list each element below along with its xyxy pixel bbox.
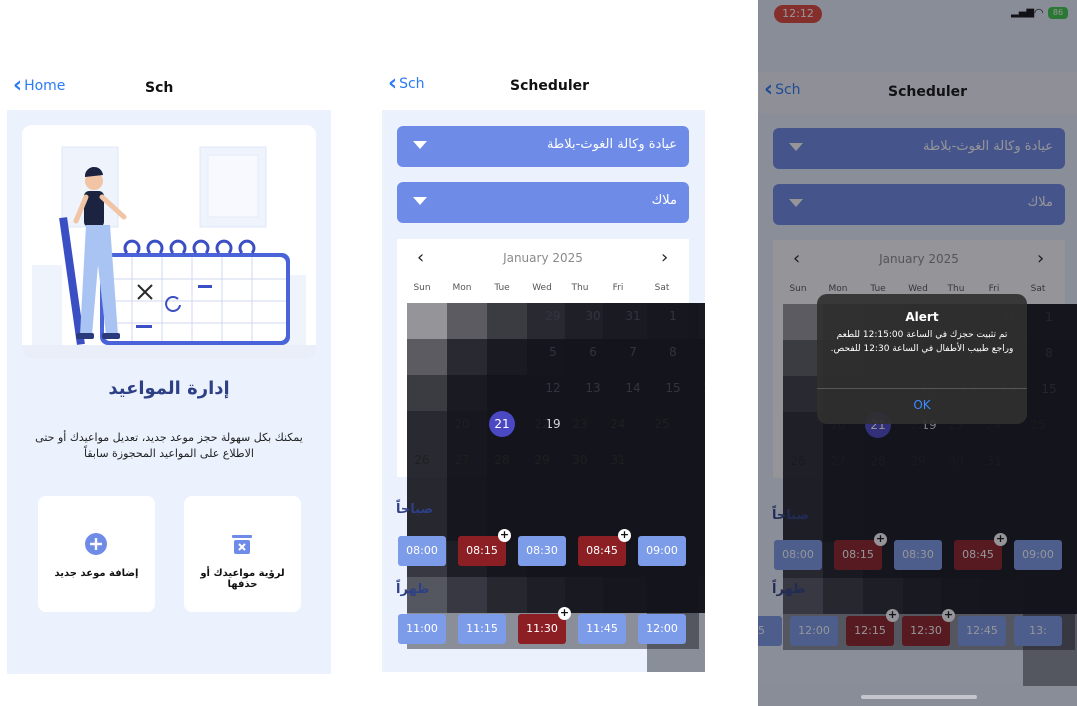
calendar-day[interactable]: 24 xyxy=(603,411,633,437)
time-slot-label: 11:30 xyxy=(526,622,558,635)
time-slot-booked[interactable]: 08:45 + xyxy=(578,529,631,566)
triangle-down-icon xyxy=(413,197,427,205)
chevron-left-icon: ‹ xyxy=(388,71,398,96)
clinic-dropdown-value: عيادة وكالة الغوث-بلاطة xyxy=(546,137,677,152)
content-area: عيادة وكالة الغوث-بلاطة ملاك ‹ January 2… xyxy=(382,110,705,672)
morning-label: صباحاً xyxy=(396,502,434,517)
time-slot-label: 08:15 xyxy=(466,544,498,557)
time-slot[interactable]: 08:30 xyxy=(518,536,566,566)
clinic-dropdown[interactable]: عيادة وكالة الغوث-بلاطة xyxy=(397,126,689,167)
time-slot[interactable]: 11:45 xyxy=(578,614,626,644)
time-slot[interactable]: 09:00 xyxy=(638,536,686,566)
calendar-header: ‹ January 2025 › xyxy=(397,247,689,271)
triangle-down-icon xyxy=(413,141,427,149)
alert-dialog: Alert تم تثبيت حجزك في الساعة 12:15:00 ل… xyxy=(817,294,1027,424)
weekday-label: Wed xyxy=(532,283,552,293)
calendar-day[interactable]: 20 xyxy=(447,411,477,437)
weekday-label: Tue xyxy=(494,283,510,293)
weekday-label: Sat xyxy=(654,283,670,293)
add-appointment-label: إضافة موعد جديد xyxy=(54,568,139,579)
scheduler-screen: ‹ Sch Scheduler عيادة وكالة الغوث-بلاطة … xyxy=(382,66,705,672)
calendar-day[interactable]: 30 xyxy=(565,447,595,473)
scheduler-alert-screen: 12:12 ▂▄▆ ◠ 86 ‹ Sch Scheduler عيادة وكا… xyxy=(758,0,1077,706)
time-slot-label: 12:00 xyxy=(646,622,678,635)
back-button[interactable]: ‹ Sch xyxy=(388,71,425,96)
alert-ok-button[interactable]: OK xyxy=(817,398,1027,412)
calendar: ‹ January 2025 › Sun Mon Tue Wed Thu Fri Sat 29… xyxy=(397,239,705,672)
alert-title: Alert xyxy=(905,310,939,324)
alert-message: تم تثبيت حجزك في الساعة 12:15:00 للطعم و… xyxy=(830,330,1014,354)
time-slot-label: 11:45 xyxy=(586,622,618,635)
time-slot-label: 08:45 xyxy=(586,544,618,557)
add-appointment-card[interactable]: إضافة موعد جديد xyxy=(38,496,155,612)
calendar-illustration xyxy=(22,125,316,359)
calendar-day-selected[interactable]: 21 xyxy=(487,411,517,437)
time-slot[interactable]: 11:15 xyxy=(458,614,506,644)
time-slot[interactable]: 08:00 xyxy=(398,536,446,566)
view-appointments-card[interactable]: لرؤية مواعيدك أو حذفها xyxy=(184,496,301,612)
time-slot-booked[interactable]: 08:15 + xyxy=(458,529,511,566)
time-slot[interactable]: 11:00 xyxy=(398,614,446,644)
calendar-day[interactable]: 22 xyxy=(527,411,557,437)
nav-bar: ‹ Sch Scheduler xyxy=(382,66,705,108)
view-appointments-label: لرؤية مواعيدك أو حذفها xyxy=(200,568,285,590)
plus-badge-icon: + xyxy=(558,606,571,620)
chevron-left-icon: ‹ xyxy=(13,73,23,98)
calendar-day[interactable]: 25 xyxy=(647,411,677,437)
trash-icon xyxy=(232,535,252,554)
content-area: إدارة المواعيد يمكنك بكل سهولة حجز موعد … xyxy=(7,110,331,674)
calendar-day[interactable]: 28 xyxy=(487,447,517,473)
patient-dropdown-value: ملاك xyxy=(651,193,677,208)
patient-dropdown[interactable]: ملاك xyxy=(397,182,689,223)
back-label: Sch xyxy=(399,76,425,92)
noon-label: ظهراً xyxy=(396,582,430,597)
weekday-label: Sun xyxy=(413,283,431,293)
calendar-day[interactable]: 31 xyxy=(603,447,633,473)
weekday-label: Thu xyxy=(571,283,589,293)
heading: إدارة المواعيد xyxy=(108,378,230,399)
nav-bar: ‹ Home Sch xyxy=(7,68,331,110)
home-indicator xyxy=(861,695,977,699)
alert-divider xyxy=(817,388,1027,389)
time-slot-label: 11:00 xyxy=(406,622,438,635)
time-slot-label: 08:30 xyxy=(526,544,558,557)
description: يمكنك بكل سهولة حجز موعد جديد، تعديل موا… xyxy=(35,431,303,460)
back-label: Home xyxy=(24,78,66,94)
weekday-label: Fri xyxy=(612,283,624,293)
back-button[interactable]: ‹ Home xyxy=(13,73,66,98)
plus-circle-icon xyxy=(85,533,107,555)
plus-badge-icon: + xyxy=(498,528,511,542)
calendar-day[interactable]: 29 xyxy=(527,447,557,473)
home-management-screen: ‹ Home Sch إدارة المواعيد يمكنك بكل سهول… xyxy=(7,68,331,674)
page-title: Sch xyxy=(145,80,174,96)
time-slot-label: 09:00 xyxy=(646,544,678,557)
time-slot-booked[interactable]: 11:30 + xyxy=(518,607,571,644)
plus-badge-icon: + xyxy=(618,528,631,542)
weekday-label: Mon xyxy=(452,283,472,293)
time-slot-label: 11:15 xyxy=(466,622,498,635)
calendar-day[interactable]: 23 xyxy=(565,411,595,437)
page-title: Scheduler xyxy=(510,78,590,94)
calendar-day[interactable]: 26 xyxy=(407,447,437,473)
calendar-day[interactable]: 27 xyxy=(447,447,477,473)
time-slot-label: 08:00 xyxy=(406,544,438,557)
time-slot[interactable]: 12:00 xyxy=(638,614,686,644)
next-month-button[interactable]: › xyxy=(661,247,668,268)
month-label: January 2025 xyxy=(503,251,583,265)
